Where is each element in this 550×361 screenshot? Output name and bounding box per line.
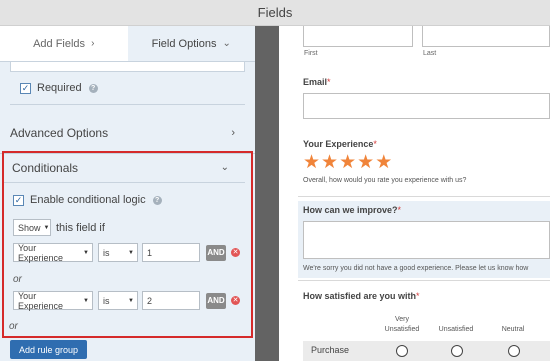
improve-label: How can we improve?* <box>303 205 401 215</box>
rule-field-value: Your Experience <box>18 242 64 263</box>
or-label: or <box>9 321 18 332</box>
show-hide-select[interactable]: Show ▼ <box>13 219 51 236</box>
required-label: Required <box>37 82 82 94</box>
panel-tabs: Add Fields › Field Options ⌄ <box>0 26 255 62</box>
conditional-rule: Your Experience ▼ is ▼ 2 AND ✕ <box>13 290 240 311</box>
star-icon[interactable]: ★ <box>375 153 392 172</box>
conditionals-section: Conditionals ⌄ ✓ Enable conditional logi… <box>2 151 253 338</box>
improve-description: We're sorry you did not have a good expe… <box>303 265 529 272</box>
field-if-label: this field if <box>56 221 105 234</box>
page-title: Fields <box>257 5 293 20</box>
dropdown-arrow-icon: ▼ <box>128 297 134 304</box>
experience-label: Your Experience* <box>303 139 377 149</box>
conditionals-label: Conditionals <box>12 160 79 175</box>
chevron-down-icon: ⌄ <box>220 162 229 173</box>
tab-add-fields-label: Add Fields <box>33 37 86 50</box>
first-name-input[interactable] <box>303 26 413 47</box>
star-rating[interactable]: ★ ★ ★ ★ ★ <box>303 153 393 172</box>
rule-field-select[interactable]: Your Experience ▼ <box>13 242 93 263</box>
chevron-right-icon: › <box>231 126 235 139</box>
top-bar: Fields <box>0 0 550 26</box>
conditional-rule: Your Experience ▼ is ▼ 1 AND ✕ <box>13 242 240 263</box>
required-mark: * <box>327 77 331 87</box>
last-name-input[interactable] <box>422 26 550 47</box>
rule-operator-value: is <box>103 247 110 258</box>
dropdown-arrow-icon: ▼ <box>83 249 89 256</box>
field-options-panel: Add Fields › Field Options ⌄ ✓ Required … <box>0 26 255 361</box>
advanced-options-label: Advanced Options <box>10 125 109 140</box>
star-icon[interactable]: ★ <box>303 153 320 172</box>
star-icon[interactable]: ★ <box>357 153 374 172</box>
rule-field-select[interactable]: Your Experience ▼ <box>13 290 93 311</box>
tab-field-options[interactable]: Field Options ⌄ <box>127 26 255 61</box>
form-preview: First Last Email* Your Experience* ★ ★ ★… <box>279 26 550 361</box>
divider <box>298 280 550 281</box>
experience-description: Overall, how would you rate you experien… <box>303 177 467 184</box>
star-icon[interactable]: ★ <box>321 153 338 172</box>
first-label: First <box>304 50 318 57</box>
likert-column-header: Very Unsatisfied <box>384 316 420 333</box>
and-button[interactable]: AND <box>206 292 226 309</box>
required-mark: * <box>397 205 402 215</box>
improve-textarea[interactable] <box>303 221 550 259</box>
help-icon[interactable]: ? <box>88 83 98 93</box>
conditionals-header[interactable]: Conditionals ⌄ <box>4 153 245 183</box>
or-label: or <box>13 274 22 285</box>
satisfied-label: How satisfied are you with* <box>303 291 420 301</box>
previous-option-box <box>10 62 245 72</box>
email-label: Email* <box>303 77 331 87</box>
required-mark: * <box>373 139 377 149</box>
likert-radio[interactable] <box>451 345 463 357</box>
panel-divider <box>255 26 279 361</box>
tab-field-options-label: Field Options <box>151 37 217 50</box>
last-label: Last <box>423 50 437 57</box>
advanced-options-header[interactable]: Advanced Options › <box>0 112 255 154</box>
enable-conditional-checkbox[interactable]: ✓ <box>13 194 24 206</box>
required-checkbox[interactable]: ✓ <box>20 82 31 94</box>
email-input[interactable] <box>303 93 550 119</box>
add-rule-group-button[interactable]: Add rule group <box>10 340 88 359</box>
tab-add-fields[interactable]: Add Fields › <box>0 26 128 61</box>
likert-radio[interactable] <box>396 345 408 357</box>
rule-field-value: Your Experience <box>18 290 64 311</box>
rule-value-input[interactable]: 1 <box>142 243 200 262</box>
divider <box>298 196 550 197</box>
delete-rule-icon[interactable]: ✕ <box>231 248 240 257</box>
rule-operator-select[interactable]: is ▼ <box>98 291 138 310</box>
likert-row-label: Purchase <box>311 345 350 355</box>
satisfied-label-text: How satisfied are you with <box>303 291 417 301</box>
dropdown-arrow-icon: ▼ <box>83 297 89 304</box>
help-icon[interactable]: ? <box>152 195 162 205</box>
rule-operator-value: is <box>103 295 110 306</box>
required-option: ✓ Required ? <box>10 72 245 105</box>
chevron-down-icon: ⌄ <box>222 38 231 49</box>
chevron-right-icon: › <box>91 38 95 49</box>
conditional-action-row: Show ▼ this field if <box>13 219 105 236</box>
delete-rule-icon[interactable]: ✕ <box>231 296 240 305</box>
rule-value-input[interactable]: 2 <box>142 291 200 310</box>
rule-operator-select[interactable]: is ▼ <box>98 243 138 262</box>
dropdown-arrow-icon: ▼ <box>43 224 50 231</box>
improve-label-text: How can we improve? <box>303 205 398 215</box>
and-button[interactable]: AND <box>206 244 226 261</box>
likert-radio[interactable] <box>508 345 520 357</box>
likert-row: Purchase <box>303 341 550 361</box>
enable-conditional-logic: ✓ Enable conditional logic ? <box>13 194 162 206</box>
dropdown-arrow-icon: ▼ <box>128 249 134 256</box>
star-icon[interactable]: ★ <box>339 153 356 172</box>
experience-label-text: Your Experience <box>303 139 374 149</box>
required-mark: * <box>416 291 420 301</box>
likert-column-header: Unsatisfied <box>438 326 474 333</box>
likert-column-header: Neutral <box>501 326 525 333</box>
show-hide-value: Show <box>18 222 41 233</box>
enable-conditional-label: Enable conditional logic <box>30 194 146 206</box>
email-label-text: Email <box>303 77 328 87</box>
